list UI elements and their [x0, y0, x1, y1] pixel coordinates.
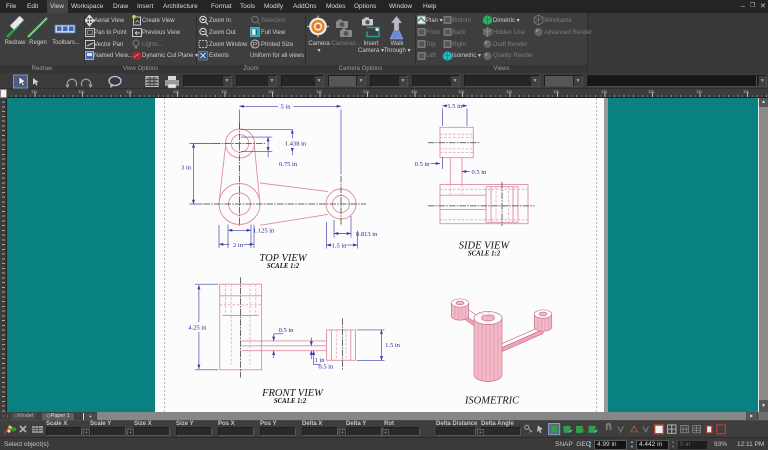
- svg-text:P: P: [253, 41, 257, 48]
- svg-text:ISOMETRIC: ISOMETRIC: [464, 396, 520, 407]
- svg-text:0.5 in: 0.5 in: [472, 169, 488, 176]
- svg-text:0.5 in: 0.5 in: [415, 161, 431, 168]
- svg-text:SCALE 1:2: SCALE 1:2: [468, 251, 501, 258]
- svg-text:SCALE 1:2: SCALE 1:2: [267, 263, 300, 270]
- svg-text:1.5 in: 1.5 in: [447, 103, 463, 110]
- svg-text:0.5 in: 0.5 in: [319, 363, 335, 370]
- svg-text:SCALE 1:2: SCALE 1:2: [274, 398, 307, 405]
- svg-text:5 in: 5 in: [281, 104, 292, 111]
- svg-text:0.75 in: 0.75 in: [279, 161, 298, 168]
- svg-text:0.5 in: 0.5 in: [279, 327, 295, 334]
- svg-text:1.438 in: 1.438 in: [285, 141, 307, 148]
- svg-text:1.5 in: 1.5 in: [332, 242, 348, 249]
- svg-text:3 in: 3 in: [181, 164, 192, 171]
- svg-text:1.5 in: 1.5 in: [385, 342, 401, 349]
- svg-text:4.25 in: 4.25 in: [188, 324, 207, 331]
- svg-text:1.125 in: 1.125 in: [253, 228, 275, 235]
- svg-text:0.813 in: 0.813 in: [356, 231, 378, 238]
- svg-text:2 in: 2 in: [233, 242, 244, 249]
